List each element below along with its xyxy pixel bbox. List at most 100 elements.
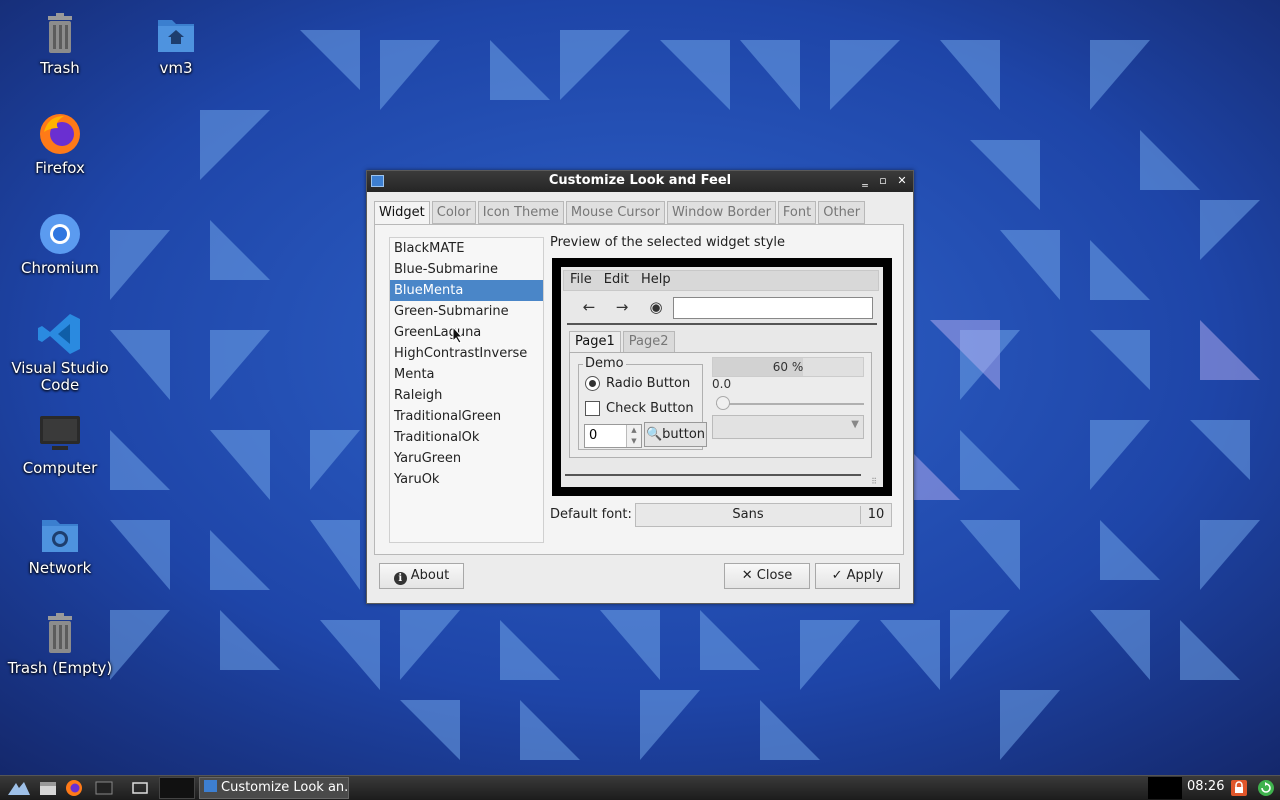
desktop-icon-trash[interactable]: Trash <box>5 10 115 77</box>
chromium-icon <box>40 214 80 254</box>
preview-toolbar: ← → ◉ <box>567 291 877 325</box>
list-item[interactable]: GreenLaguna <box>390 322 543 343</box>
about-button[interactable]: i About <box>379 563 464 589</box>
demo-frame-label: Demo <box>583 356 626 371</box>
scale-slider-handle[interactable] <box>716 396 730 410</box>
preview-tab-page2[interactable]: Page2 <box>622 331 675 353</box>
home-folder-icon <box>158 20 194 52</box>
preview-label: Preview of the selected widget style <box>550 235 786 250</box>
lock-icon[interactable] <box>1229 779 1249 797</box>
spin-button[interactable]: 0 ▲ ▼ <box>584 424 642 448</box>
apply-button[interactable]: ✓ Apply <box>815 563 900 589</box>
scale-value: 0.0 <box>712 377 732 391</box>
update-icon[interactable] <box>1256 779 1276 797</box>
check-button[interactable]: Check Button <box>585 401 694 416</box>
list-item[interactable]: TraditionalOk <box>390 427 543 448</box>
list-item[interactable]: YaruOk <box>390 469 543 490</box>
preview-text-entry[interactable] <box>673 297 873 319</box>
list-item[interactable]: Blue-Submarine <box>390 259 543 280</box>
radio-label: Radio Button <box>606 376 691 391</box>
desktop-icon-trash-empty[interactable]: Trash (Empty) <box>5 610 115 677</box>
desktop-icon-label: Network <box>28 559 92 577</box>
font-size: 10 <box>860 506 891 524</box>
scale-track[interactable] <box>716 403 864 405</box>
clock: 08:26 <box>1187 779 1225 794</box>
theme-list[interactable]: BlackMATE Blue-Submarine BlueMenta Green… <box>389 237 544 543</box>
desktop-icon-label: Visual Studio Code <box>11 359 109 394</box>
radio-button[interactable]: Radio Button <box>585 376 690 391</box>
list-item[interactable]: Raleigh <box>390 385 543 406</box>
trash-icon <box>48 13 72 53</box>
file-manager-icon[interactable] <box>38 779 58 797</box>
widget-tab-panel: BlackMATE Blue-Submarine BlueMenta Green… <box>374 224 904 555</box>
network-folder-icon <box>42 520 78 552</box>
preview-surface: File Edit Help ← → ◉ Page1 Page2 Demo Ra… <box>561 267 883 487</box>
settings-tabs: Widget Color Icon Theme Mouse Cursor Win… <box>374 201 867 225</box>
tab-icon-theme[interactable]: Icon Theme <box>477 201 564 224</box>
window-titlebar[interactable]: Customize Look and Feel ‗ ▫ ✕ <box>367 171 913 192</box>
firefox-icon[interactable] <box>64 779 84 797</box>
firefox-icon <box>40 114 80 154</box>
desktop-icon-label: Trash (Empty) <box>7 659 113 677</box>
list-item[interactable]: TraditionalGreen <box>390 406 543 427</box>
widget-preview: File Edit Help ← → ◉ Page1 Page2 Demo Ra… <box>552 258 892 496</box>
list-item[interactable]: Green-Submarine <box>390 301 543 322</box>
system-tray[interactable] <box>1148 777 1182 799</box>
record-icon[interactable]: ◉ <box>646 297 666 317</box>
combo-box[interactable]: ▼ <box>712 415 864 439</box>
font-chooser-button[interactable]: Sans 10 <box>635 503 892 527</box>
preview-tab-panel: Demo Radio Button Check Button 0 ▲ ▼ 🔍bu… <box>569 352 872 458</box>
workspace-pager[interactable] <box>159 777 195 799</box>
desktop-icon-computer[interactable]: Computer <box>5 410 115 477</box>
tab-window-border[interactable]: Window Border <box>666 201 776 224</box>
spin-arrows-icon[interactable]: ▲ ▼ <box>626 425 641 447</box>
check-label: Check Button <box>606 401 694 416</box>
list-item-selected[interactable]: BlueMenta <box>390 280 543 301</box>
close-button[interactable]: ✕ Close <box>724 563 810 589</box>
taskbar-window-button[interactable]: Customize Look an... <box>199 777 349 799</box>
vscode-icon <box>38 314 80 354</box>
list-item[interactable]: HighContrastInverse <box>390 343 543 364</box>
desktop-icon-label: Computer <box>22 459 98 477</box>
tab-color[interactable]: Color <box>431 201 476 224</box>
desktop-icon-vm3[interactable]: vm3 <box>121 10 231 77</box>
computer-icon <box>40 416 80 450</box>
maximize-button[interactable]: ▫ <box>875 173 891 189</box>
desktop-icon-label: Firefox <box>35 159 85 177</box>
close-icon: ✕ <box>741 568 757 583</box>
desktop-icon-label: vm3 <box>159 59 193 77</box>
minimize-button[interactable]: ‗ <box>857 173 873 189</box>
desktop-icon-network[interactable]: Network <box>5 510 115 577</box>
show-desktop-icon[interactable] <box>130 779 150 797</box>
start-menu-icon[interactable] <box>6 779 32 797</box>
preview-menu-help[interactable]: Help <box>635 271 677 289</box>
progress-bar: 60 % <box>712 357 864 377</box>
terminal-icon[interactable] <box>94 779 114 797</box>
desktop-icon-firefox[interactable]: Firefox <box>5 110 115 177</box>
desktop-icon-chromium[interactable]: Chromium <box>5 210 115 277</box>
back-arrow-icon[interactable]: ← <box>579 297 599 317</box>
tab-widget[interactable]: Widget <box>374 201 430 225</box>
tab-mouse-cursor[interactable]: Mouse Cursor <box>565 201 665 224</box>
desktop-icon-vscode[interactable]: Visual Studio Code <box>5 310 115 394</box>
search-button[interactable]: 🔍button <box>644 422 707 447</box>
resize-grip-icon[interactable]: ⠿ <box>871 477 877 486</box>
close-window-button[interactable]: ✕ <box>894 173 910 189</box>
demo-frame: Demo Radio Button Check Button 0 ▲ ▼ 🔍bu… <box>578 356 707 450</box>
mouse-pointer-icon <box>452 326 464 344</box>
preview-tab-page1[interactable]: Page1 <box>569 331 621 353</box>
preview-menu-edit[interactable]: Edit <box>598 271 635 289</box>
tab-font[interactable]: Font <box>777 201 817 224</box>
desktop-icon-label: Trash <box>40 59 80 77</box>
list-item[interactable]: BlackMATE <box>390 238 543 259</box>
checkmark-icon: ✓ <box>831 568 847 583</box>
spin-value: 0 <box>589 428 598 443</box>
progress-label: 60 % <box>772 360 804 374</box>
list-item[interactable]: Menta <box>390 364 543 385</box>
list-item[interactable]: YaruGreen <box>390 448 543 469</box>
tab-other[interactable]: Other <box>818 201 866 224</box>
forward-arrow-icon[interactable]: → <box>612 297 632 317</box>
preview-menubar: File Edit Help <box>563 270 879 291</box>
search-button-label: button <box>662 427 706 442</box>
preview-menu-file[interactable]: File <box>564 271 598 289</box>
